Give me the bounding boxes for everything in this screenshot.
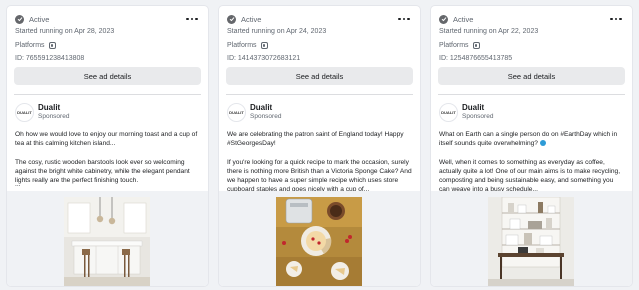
start-date: Started running on Apr 28, 2023 bbox=[15, 28, 115, 35]
advertiser-name[interactable]: Dualit bbox=[250, 103, 272, 112]
avatar-logo: DUALIT bbox=[17, 110, 32, 115]
status-label: Active bbox=[241, 14, 262, 24]
status-label: Active bbox=[29, 14, 50, 24]
status-row: Active bbox=[439, 13, 624, 25]
ad-text-paragraph: Oh how we would love to enjoy our mornin… bbox=[15, 131, 198, 147]
ad-text-paragraph: Well, when it comes to something as ever… bbox=[439, 159, 621, 193]
status-row: Active bbox=[15, 13, 200, 25]
status-row: Active bbox=[227, 13, 412, 25]
sponsored-label: Sponsored bbox=[38, 113, 70, 120]
platforms-label: Platforms bbox=[15, 42, 45, 49]
avatar-logo: DUALIT bbox=[229, 110, 244, 115]
platforms-label: Platforms bbox=[439, 42, 469, 49]
ad-text-content: What on Earth can a single person do on … bbox=[439, 131, 618, 147]
ad-text-paragraph: We are celebrating the patron saint of E… bbox=[227, 131, 404, 147]
ad-text-paragraph: What on Earth can a single person do on … bbox=[439, 130, 624, 148]
platforms-row: Platforms bbox=[227, 42, 412, 49]
advertiser-name[interactable]: Dualit bbox=[38, 103, 60, 112]
start-date: Started running on Apr 22, 2023 bbox=[439, 28, 539, 35]
dot-icon bbox=[619, 17, 622, 21]
check-circle-icon bbox=[15, 14, 24, 24]
dot-icon bbox=[614, 17, 618, 21]
more-options-button[interactable] bbox=[184, 13, 200, 25]
see-ad-details-button[interactable]: See ad details bbox=[438, 67, 625, 85]
ad-id: ID: 1254876655413785 bbox=[439, 55, 513, 62]
dot-icon bbox=[186, 17, 189, 21]
ad-id: ID: 765591238413808 bbox=[15, 55, 85, 62]
dot-icon bbox=[407, 17, 410, 21]
sponsored-label: Sponsored bbox=[250, 113, 282, 120]
earth-globe-icon bbox=[539, 140, 546, 147]
see-ad-details-button[interactable]: See ad details bbox=[14, 67, 201, 85]
instagram-icon bbox=[48, 42, 56, 49]
ad-card: Active Started running on Apr 24, 2023 P… bbox=[219, 6, 420, 286]
dot-icon bbox=[195, 17, 198, 21]
ad-text-paragraph: The cosy, rustic wooden barstools look e… bbox=[15, 159, 190, 184]
more-options-button[interactable] bbox=[608, 13, 624, 25]
start-date: Started running on Apr 24, 2023 bbox=[227, 28, 327, 35]
more-options-button[interactable] bbox=[396, 13, 412, 25]
kitchen-shelves-photo[interactable] bbox=[488, 197, 574, 286]
kitchen-island-photo[interactable] bbox=[64, 197, 150, 286]
see-ad-details-button[interactable]: See ad details bbox=[226, 67, 413, 85]
ad-card: Active Started running on Apr 28, 2023 P… bbox=[7, 6, 208, 286]
check-circle-icon bbox=[439, 14, 448, 24]
dot-icon bbox=[398, 17, 401, 21]
dot-icon bbox=[610, 17, 613, 21]
divider bbox=[226, 94, 413, 95]
victoria-sponge-photo[interactable] bbox=[276, 197, 362, 286]
check-circle-icon bbox=[227, 14, 236, 24]
ad-card: Active Started running on Apr 22, 2023 P… bbox=[431, 6, 632, 286]
platforms-row: Platforms bbox=[15, 42, 200, 49]
avatar[interactable]: DUALIT bbox=[15, 103, 34, 122]
dot-icon bbox=[190, 17, 194, 21]
status-label: Active bbox=[453, 14, 474, 24]
instagram-icon bbox=[260, 42, 268, 49]
avatar[interactable]: DUALIT bbox=[227, 103, 246, 122]
platforms-row: Platforms bbox=[439, 42, 624, 49]
divider bbox=[438, 94, 625, 95]
advertiser-name[interactable]: Dualit bbox=[462, 103, 484, 112]
instagram-icon bbox=[472, 42, 480, 49]
dot-icon bbox=[402, 17, 406, 21]
sponsored-label: Sponsored bbox=[462, 113, 494, 120]
ad-text-paragraph: If you're looking for a quick recipe to … bbox=[227, 159, 412, 193]
avatar-logo: DUALIT bbox=[441, 110, 456, 115]
divider bbox=[14, 94, 201, 95]
platforms-label: Platforms bbox=[227, 42, 257, 49]
ad-text-ellipsis: ... bbox=[15, 181, 21, 188]
avatar[interactable]: DUALIT bbox=[439, 103, 458, 122]
ad-id: ID: 1414373072683121 bbox=[227, 55, 301, 62]
